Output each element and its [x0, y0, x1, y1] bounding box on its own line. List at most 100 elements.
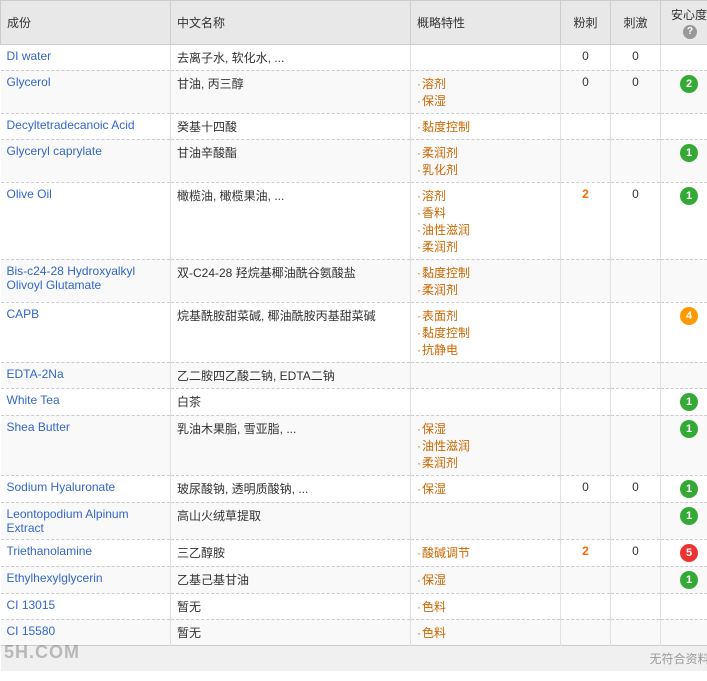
irritate-cell	[611, 302, 661, 362]
irritate-cell	[611, 502, 661, 539]
prickle-cell: 0	[561, 44, 611, 70]
header-name: 中文名称	[171, 1, 411, 45]
ingredient-link[interactable]: Decyltetradecanoic Acid	[7, 118, 135, 132]
irritate-cell: 0	[611, 44, 661, 70]
property-cell: 保湿	[411, 475, 561, 502]
property-tag: 保湿	[417, 482, 446, 496]
safety-badge[interactable]: 1	[680, 571, 698, 589]
prickle-value: 0	[582, 480, 589, 494]
property-tag: 溶剂	[417, 77, 446, 91]
irritate-cell	[611, 593, 661, 619]
safety-badge[interactable]: 2	[680, 75, 698, 93]
property-tag: 表面剂	[417, 309, 458, 323]
property-tag: 柔润剂	[417, 146, 458, 160]
ingredient-link[interactable]: DI water	[7, 49, 52, 63]
safety-badge[interactable]: 1	[680, 393, 698, 411]
header-property: 概略特性	[411, 1, 561, 45]
safety-cell: 1	[661, 475, 707, 502]
property-cell	[411, 388, 561, 415]
name-cell: 乳油木果脂, 雪亚脂, ...	[171, 415, 411, 475]
property-cell: 黏度控制柔润剂	[411, 259, 561, 302]
ingredient-link[interactable]: CAPB	[7, 307, 40, 321]
ingredient-link[interactable]: EDTA-2Na	[7, 367, 64, 381]
prickle-cell	[561, 502, 611, 539]
property-tag: 柔润剂	[417, 283, 458, 297]
ingredient-link[interactable]: Triethanolamine	[7, 544, 93, 558]
irritate-cell	[611, 113, 661, 139]
name-cell: 暂无	[171, 593, 411, 619]
ingredient-cell: Sodium Hyaluronate	[1, 475, 171, 502]
property-cell: 酸碱调节	[411, 539, 561, 566]
property-tag: 抗静电	[417, 343, 458, 357]
help-icon[interactable]: ?	[683, 25, 697, 39]
irritate-cell	[611, 362, 661, 388]
ingredient-cell: White Tea	[1, 388, 171, 415]
ingredient-link[interactable]: CI 13015	[7, 598, 56, 612]
ingredient-link[interactable]: White Tea	[7, 393, 60, 407]
table-row: EDTA-2Na乙二胺四乙酸二钠, EDTA二钠	[1, 362, 707, 388]
safety-badge[interactable]: 1	[680, 144, 698, 162]
safety-badge[interactable]: 1	[680, 507, 698, 525]
ingredient-link[interactable]: Shea Butter	[7, 420, 70, 434]
prickle-value: 0	[582, 49, 589, 63]
irritate-value: 0	[632, 480, 639, 494]
safety-cell	[661, 44, 707, 70]
ingredient-link[interactable]: Leontopodium Alpinum Extract	[7, 507, 129, 535]
irritate-value: 0	[632, 75, 639, 89]
ingredient-link[interactable]: Sodium Hyaluronate	[7, 480, 116, 494]
property-tag: 色料	[417, 626, 446, 640]
property-tag: 酸碱调节	[417, 546, 470, 560]
property-tag: 溶剂	[417, 189, 446, 203]
safety-cell: 5	[661, 539, 707, 566]
ingredient-link[interactable]: CI 15580	[7, 624, 56, 638]
ingredient-cell: Glyceryl caprylate	[1, 139, 171, 182]
name-cell: 玻尿酸钠, 透明质酸钠, ...	[171, 475, 411, 502]
name-cell: 白茶	[171, 388, 411, 415]
header-prickle: 粉刺	[561, 1, 611, 45]
prickle-cell	[561, 259, 611, 302]
ingredient-cell: DI water	[1, 44, 171, 70]
safety-badge[interactable]: 1	[680, 187, 698, 205]
ingredient-cell: CAPB	[1, 302, 171, 362]
prickle-cell	[561, 388, 611, 415]
property-tag: 油性滋润	[417, 439, 470, 453]
table-row: CAPB烷基酰胺甜菜碱, 椰油酰胺丙基甜菜碱表面剂黏度控制抗静电4	[1, 302, 707, 362]
property-cell: 色料	[411, 593, 561, 619]
prickle-cell	[561, 593, 611, 619]
safety-cell: 4	[661, 302, 707, 362]
safety-badge[interactable]: 5	[680, 544, 698, 562]
ingredient-cell: Olive Oil	[1, 182, 171, 259]
irritate-value: 0	[632, 187, 639, 201]
table-header-row: 成份 中文名称 概略特性 粉刺 刺激 安心度 ?	[1, 1, 707, 45]
irritate-cell	[611, 415, 661, 475]
safety-cell: 1	[661, 415, 707, 475]
ingredient-link[interactable]: Glyceryl caprylate	[7, 144, 102, 158]
safety-cell	[661, 362, 707, 388]
ingredient-link[interactable]: Olive Oil	[7, 187, 52, 201]
irritate-cell: 0	[611, 539, 661, 566]
ingredient-link[interactable]: Bis-c24-28 Hydroxyalkyl Olivoyl Glutamat…	[7, 264, 136, 292]
safety-badge[interactable]: 1	[680, 480, 698, 498]
safety-cell: 1	[661, 182, 707, 259]
irritate-cell: 0	[611, 475, 661, 502]
irritate-value: 0	[632, 544, 639, 558]
ingredient-link[interactable]: Glycerol	[7, 75, 51, 89]
prickle-cell	[561, 619, 611, 645]
main-container: 成份 中文名称 概略特性 粉刺 刺激 安心度 ? DI water去离子水, 软…	[0, 0, 707, 671]
property-tag: 保湿	[417, 422, 446, 436]
footer-text: 无符合资料	[1, 645, 707, 671]
safety-badge[interactable]: 1	[680, 420, 698, 438]
ingredient-cell: Triethanolamine	[1, 539, 171, 566]
name-cell: 乙基己基甘油	[171, 566, 411, 593]
irritate-cell: 0	[611, 182, 661, 259]
name-cell: 癸基十四酸	[171, 113, 411, 139]
table-row: Glyceryl caprylate甘油辛酸酯柔润剂乳化剂1	[1, 139, 707, 182]
name-cell: 三乙醇胺	[171, 539, 411, 566]
name-cell: 甘油, 丙三醇	[171, 70, 411, 113]
property-tag: 色料	[417, 600, 446, 614]
ingredient-link[interactable]: Ethylhexylglycerin	[7, 571, 103, 585]
table-row: Olive Oil橄榄油, 橄榄果油, ...溶剂香料油性滋润柔润剂201	[1, 182, 707, 259]
table-row: Sodium Hyaluronate 玻尿酸钠, 透明质酸钠, ... 保湿 0 0 1	[1, 475, 707, 502]
safety-badge[interactable]: 4	[680, 307, 698, 325]
irritate-cell	[611, 259, 661, 302]
